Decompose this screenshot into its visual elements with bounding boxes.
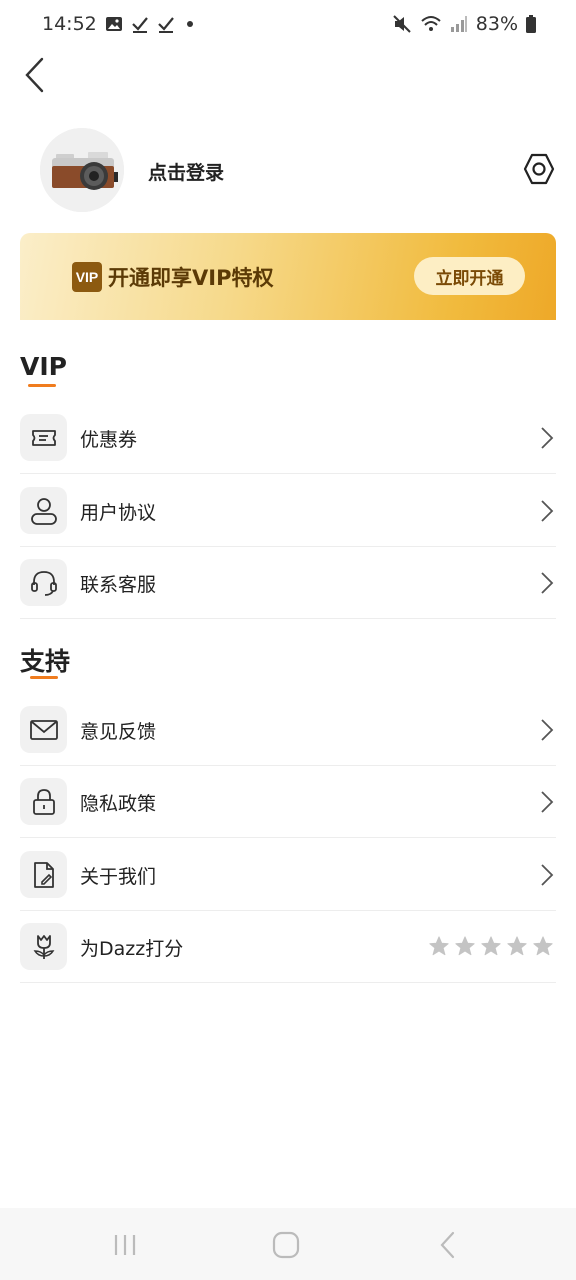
battery-icon <box>526 15 536 33</box>
gallery-icon <box>105 15 123 33</box>
list-item-about-us[interactable]: 关于我们 <box>20 839 556 911</box>
list-item-feedback[interactable]: 意见反馈 <box>20 694 556 766</box>
back-button[interactable] <box>22 56 48 94</box>
battery-percentage: 83% <box>475 13 518 35</box>
lock-icon <box>20 778 67 825</box>
chevron-right-icon <box>541 572 554 594</box>
star-icon[interactable] <box>454 935 476 957</box>
star-icon[interactable] <box>506 935 528 957</box>
chevron-right-icon <box>541 500 554 522</box>
system-nav-bar <box>0 1208 576 1280</box>
rating-stars[interactable] <box>428 935 554 957</box>
tulip-icon <box>20 923 67 970</box>
star-icon[interactable] <box>532 935 554 957</box>
coupon-icon <box>20 414 67 461</box>
chevron-right-icon <box>541 719 554 741</box>
section-title-support: 支持 <box>20 647 71 676</box>
list-item-customer-service[interactable]: 联系客服 <box>20 547 556 619</box>
headset-icon <box>20 559 67 606</box>
status-time: 14:52 <box>42 13 97 35</box>
chevron-right-icon <box>541 864 554 886</box>
settings-card: VIP 优惠券 用户协议 联系客服 支持 意见反馈 隐私政策 关于我们 为Daz… <box>0 320 576 1210</box>
chevron-right-icon <box>541 427 554 449</box>
signal-icon <box>450 15 468 33</box>
vip-badge-icon: VIP <box>72 262 102 292</box>
mail-icon <box>20 706 67 753</box>
recent-apps-icon[interactable] <box>112 1232 138 1258</box>
star-icon[interactable] <box>480 935 502 957</box>
profile-header: 点击登录 <box>40 128 555 214</box>
list-item-label: 用户协议 <box>80 502 157 524</box>
back-nav-icon[interactable] <box>438 1230 456 1260</box>
check-icon <box>131 15 149 33</box>
star-icon[interactable] <box>428 935 450 957</box>
list-item-label: 为Dazz打分 <box>80 938 184 960</box>
user-icon <box>20 487 67 534</box>
camera-avatar-icon <box>40 128 124 212</box>
section-title-vip: VIP <box>20 352 67 381</box>
document-edit-icon <box>20 851 67 898</box>
chevron-left-icon <box>25 57 44 93</box>
list-item-user-agreement[interactable]: 用户协议 <box>20 475 556 547</box>
chevron-right-icon <box>541 791 554 813</box>
list-item-coupon[interactable]: 优惠券 <box>20 402 556 474</box>
section-underline <box>30 676 58 679</box>
login-label[interactable]: 点击登录 <box>148 158 224 185</box>
list-item-privacy-policy[interactable]: 隐私政策 <box>20 766 556 838</box>
list-item-label: 关于我们 <box>80 866 157 888</box>
list-item-label: 隐私政策 <box>80 793 157 815</box>
list-item-rate-app[interactable]: 为Dazz打分 <box>20 911 556 983</box>
settings-button[interactable] <box>522 152 556 186</box>
list-item-label: 联系客服 <box>80 574 157 596</box>
wifi-icon <box>420 14 442 34</box>
avatar[interactable] <box>40 128 124 212</box>
vip-banner[interactable]: VIP 开通即享VIP特权 立即开通 <box>20 233 556 333</box>
activate-vip-button[interactable]: 立即开通 <box>414 257 525 295</box>
vip-banner-title: 开通即享VIP特权 <box>108 266 274 290</box>
mute-icon <box>392 14 412 34</box>
check-icon <box>157 15 175 33</box>
list-item-label: 意见反馈 <box>80 721 157 743</box>
list-item-label: 优惠券 <box>80 429 138 451</box>
home-icon[interactable] <box>272 1231 300 1259</box>
settings-hexagon-icon <box>523 153 555 185</box>
notification-dot-icon <box>186 21 193 27</box>
section-underline <box>28 384 56 387</box>
status-bar: 14:52 83% <box>0 0 576 48</box>
